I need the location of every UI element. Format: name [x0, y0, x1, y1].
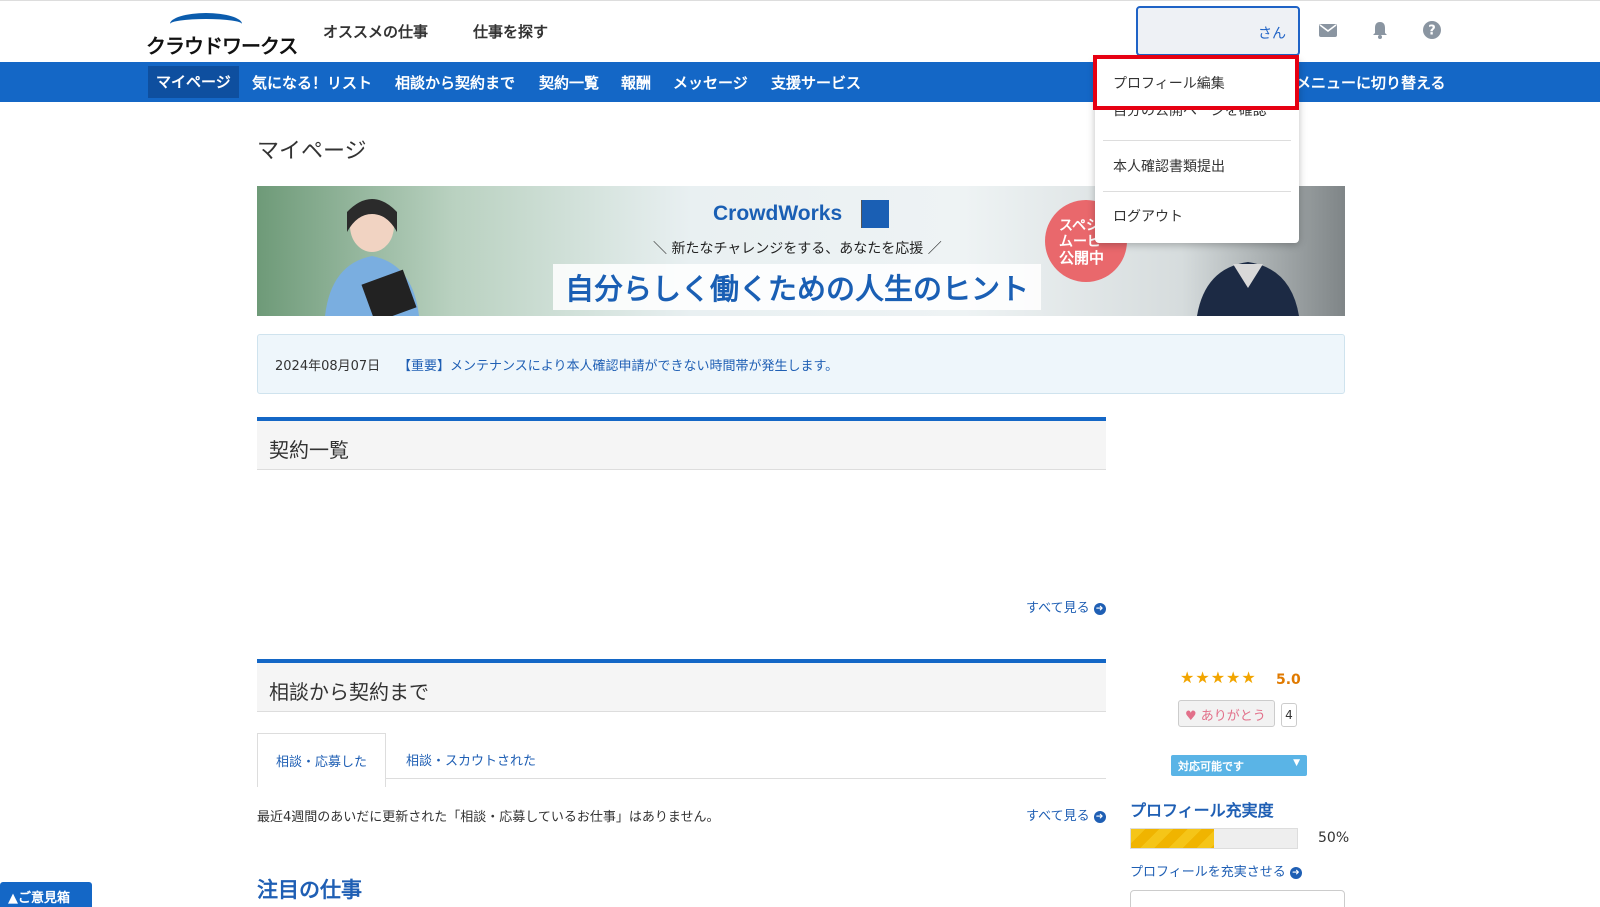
nav-support-services[interactable]: 支援サービス [771, 72, 861, 93]
top-header: クラウドワークス オススメの仕事 仕事を探す さん ? [0, 0, 1600, 62]
bell-icon[interactable] [1369, 19, 1391, 41]
badge-line-3: 公開中 [1059, 249, 1105, 267]
tab-scouted[interactable]: 相談・スカウトされた [406, 750, 536, 769]
user-suffix: さん [1258, 26, 1286, 42]
consult-header: 相談から契約まで [257, 659, 1106, 712]
see-all-label: すべて見る [1026, 809, 1090, 824]
thanks-count: 4 [1281, 703, 1297, 727]
consult-title: 相談から契約まで [269, 680, 429, 704]
profile-completeness-title: プロフィール充実度 [1130, 801, 1274, 820]
nav-consult-to-contract[interactable]: 相談から契約まで [395, 72, 515, 93]
arrow-right-icon: ➜ [1093, 602, 1106, 615]
thanks-button[interactable]: ♥ ありがとう [1178, 700, 1275, 727]
profile-next-box[interactable] [1130, 890, 1345, 907]
thanks-label: ありがとう [1200, 709, 1266, 724]
nav-messages[interactable]: メッセージ [673, 72, 748, 93]
nav-contract-list[interactable]: 契約一覧 [539, 72, 599, 93]
nav-watchlist[interactable]: 気になる！リスト [252, 72, 372, 93]
help-icon[interactable]: ? [1421, 19, 1443, 41]
see-all-label: すべて見る [1026, 601, 1090, 616]
contract-list-header: 契約一覧 [257, 417, 1106, 470]
menu-divider [1103, 140, 1291, 141]
mail-icon[interactable] [1317, 19, 1339, 41]
profile-completeness-fill [1131, 829, 1214, 848]
banner-subtitle: ＼ 新たなチャレンジをする、あなたを応援 ／ [653, 241, 942, 257]
nav-mypage[interactable]: マイページ [148, 66, 239, 98]
tab-applied[interactable]: 相談・応募した [257, 733, 387, 787]
menu-logout[interactable]: ログアウト [1113, 206, 1183, 226]
amex-logo-icon [861, 200, 889, 228]
feedback-button[interactable]: ▲ご意見箱 [0, 882, 92, 907]
availability-dropdown[interactable]: 対応可能です ▼ [1171, 755, 1307, 776]
consult-empty-message: 最近4週間のあいだに更新された「相談・応募しているお仕事」はありません。 [257, 810, 720, 825]
notice-link[interactable]: 【重要】メンテナンスにより本人確認申請ができない時間帯が発生します。 [398, 355, 838, 374]
logo-text: クラウドワークス [146, 34, 298, 58]
consult-see-all-link[interactable]: すべて見る ➜ [1026, 805, 1106, 824]
notice-box: 2024年08月07日 【重要】メンテナンスにより本人確認申請ができない時間帯が… [257, 334, 1345, 394]
profile-completeness-percent: 50% [1318, 830, 1350, 846]
svg-text:?: ? [1428, 24, 1436, 39]
arrow-right-icon: ➜ [1093, 810, 1106, 823]
rating-value: 5.0 [1276, 672, 1301, 688]
user-menu-button[interactable]: さん [1136, 6, 1300, 56]
banner-headline: 自分らしく働くための人生のヒント [553, 264, 1042, 310]
banner-woman-image [325, 199, 419, 316]
availability-label: 対応可能です [1178, 760, 1244, 773]
heart-icon: ♥ [1185, 709, 1197, 724]
enrich-profile-label: プロフィールを充実させる [1130, 865, 1286, 880]
rating-stars-icon: ★★★★★ [1180, 668, 1257, 687]
nav-find-jobs[interactable]: 仕事を探す [473, 21, 548, 42]
contract-see-all-link[interactable]: すべて見る ➜ [1026, 597, 1106, 616]
featured-jobs-title: 注目の仕事 [257, 878, 362, 902]
caret-down-icon: ▼ [1293, 758, 1300, 768]
main-navigation: マイページ 気になる！リスト 相談から契約まで 契約一覧 報酬 メッセージ 支援… [0, 62, 1600, 102]
crowdworks-logo[interactable]: クラウドワークス [146, 13, 298, 58]
page-title: マイページ [257, 139, 367, 164]
nav-rewards[interactable]: 報酬 [621, 72, 651, 93]
arrow-right-icon: ➜ [1289, 866, 1302, 879]
highlight-box [1093, 55, 1299, 110]
menu-divider [1103, 191, 1291, 192]
banner-brand: CrowdWorks [713, 202, 843, 225]
nav-recommended-jobs[interactable]: オススメの仕事 [323, 21, 428, 42]
switch-menu-link[interactable]: メニューに切り替える [1296, 72, 1446, 93]
contract-list-title: 契約一覧 [269, 438, 349, 462]
menu-submit-id-documents[interactable]: 本人確認書類提出 [1113, 156, 1225, 176]
notice-date: 2024年08月07日 [275, 359, 381, 374]
profile-completeness-bar [1130, 828, 1298, 849]
enrich-profile-link[interactable]: プロフィールを充実させる ➜ [1130, 861, 1302, 880]
